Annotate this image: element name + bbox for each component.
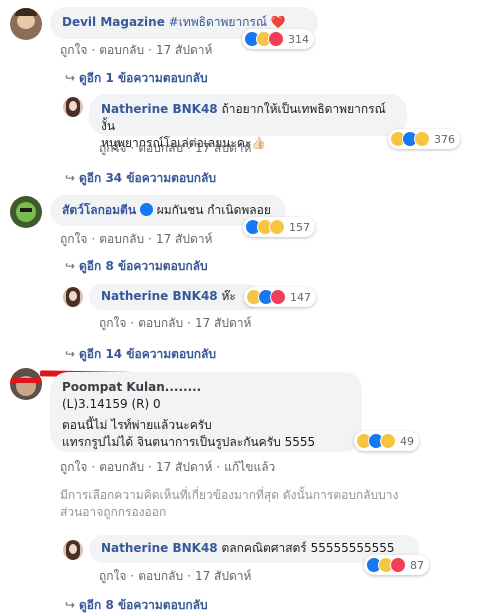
reply-arrow-icon: ↪ [65,259,76,273]
reactions-summary[interactable]: 87 [364,555,429,575]
like-link[interactable]: ถูกใจ [99,141,126,155]
view-replies-link[interactable]: ↪ ดูอีก 8 ข้อความตอบกลับ [65,257,208,276]
comment-text-line2: ตอนนี้ไม่ ไรท์พ่ายแล้วนะครับ [62,418,212,432]
comment-bubble: Natherine BNK48 ห๊ะ [89,284,261,310]
comment-text: ผมกันชน กำเนิดพลอย [156,203,271,217]
comment-actions: ถูกใจ · ตอบกลับ · 17 สัปดาห์ [60,232,213,246]
reply-arrow-icon: ↪ [65,598,76,612]
timestamp[interactable]: 17 สัปดาห์ [156,232,212,246]
avatar[interactable] [10,196,42,228]
commenter-name[interactable]: Natherine BNK48 [101,541,218,555]
comment-actions: ถูกใจ · ตอบกลับ · 17 สัปดาห์ · แก้ไขแล้ว [60,460,276,474]
view-replies-link[interactable]: ↪ ดูอีก 8 ข้อความตอบกลับ [65,596,208,613]
like-link[interactable]: ถูกใจ [60,232,87,246]
edited-label[interactable]: แก้ไขแล้ว [224,460,275,474]
reactions-count: 147 [290,290,311,304]
reply-link[interactable]: ตอบกลับ [138,316,183,330]
reactions-summary[interactable]: 157 [243,217,315,237]
avatar[interactable] [63,97,83,117]
comment-actions: ถูกใจ · ตอบกลับ · 17 สัปดาห์ [99,141,252,155]
comment-text: ตลกคณิตศาสตร์ 55555555555 [221,541,395,555]
reply-link[interactable]: ตอบกลับ [99,460,144,474]
wow-reaction-icon [380,433,396,449]
like-link[interactable]: ถูกใจ [99,316,126,330]
reply-arrow-icon: ↪ [65,171,76,185]
verified-icon [139,203,153,216]
timestamp[interactable]: 17 สัปดาห์ [156,43,212,57]
timestamp[interactable]: 17 สัปดาห์ [156,460,212,474]
comment-actions: ถูกใจ · ตอบกลับ · 17 สัปดาห์ [60,43,213,57]
avatar[interactable] [10,368,42,400]
avatar[interactable] [10,8,42,40]
avatar[interactable] [63,287,83,307]
commenter-name[interactable]: Natherine BNK48 [101,102,218,116]
view-replies-link[interactable]: ↪ ดูอีก 14 ข้อความตอบกลับ [65,345,216,364]
commenter-name[interactable]: Devil Magazine [62,15,165,29]
love-reaction-icon [268,31,284,47]
filter-notice: มีการเลือกความคิดเห็นที่เกี่ยวข้องมากที่… [60,488,399,519]
sad-reaction-icon [269,219,285,235]
avatar[interactable] [63,540,83,560]
commenter-name-obscured[interactable]: Poompat Kulan........ [62,380,201,394]
reactions-summary[interactable]: 147 [244,287,316,307]
reply-link[interactable]: ตอบกลับ [138,569,183,583]
sad-reaction-icon [414,131,430,147]
reactions-count: 157 [289,220,310,234]
view-replies-link[interactable]: ↪ ดูอีก 1 ข้อความตอบกลับ [65,69,208,88]
comment-bubble: Natherine BNK48 ถ้าอยากให้เป็นเทพธิดาพยา… [89,94,407,150]
reactions-count: 87 [410,558,424,572]
commenter-name[interactable]: Natherine BNK48 [101,289,218,303]
heart-emoji: ❤️ [270,15,286,29]
love-reaction-icon [270,289,286,305]
commenter-name[interactable]: สัตว์โลกอมตีน [62,203,136,217]
reactions-count: 314 [288,32,309,46]
comment-actions: ถูกใจ · ตอบกลับ · 17 สัปดาห์ [99,316,252,330]
timestamp[interactable]: 17 สัปดาห์ [195,141,251,155]
comment-text: ห๊ะ [221,289,236,303]
reply-link[interactable]: ตอบกลับ [138,141,183,155]
reactions-count: 376 [434,132,455,146]
like-link[interactable]: ถูกใจ [60,43,87,57]
reactions-summary[interactable]: 376 [388,129,460,149]
comment-bubble: Poompat Kulan........ (L)3.14159 (R) 0 ต… [50,372,362,452]
reactions-count: 49 [400,434,414,448]
like-link[interactable]: ถูกใจ [60,460,87,474]
comment-text: (L)3.14159 (R) 0 [62,397,161,411]
timestamp[interactable]: 17 สัปดาห์ [195,316,251,330]
timestamp[interactable]: 17 สัปดาห์ [195,569,251,583]
view-replies-link[interactable]: ↪ ดูอีก 34 ข้อความตอบกลับ [65,169,216,188]
reply-arrow-icon: ↪ [65,347,76,361]
comment-text-line3: แทรกรูปไม่ได้ จินตนาการเป็นรูปละกันครับ … [62,435,316,449]
reactions-summary[interactable]: 314 [242,29,314,49]
reactions-summary[interactable]: 49 [354,431,419,451]
reply-link[interactable]: ตอบกลับ [99,232,144,246]
comment-text: #เทพธิดาพยากรณ์ [168,15,271,29]
love-reaction-icon [390,557,406,573]
reply-link[interactable]: ตอบกลับ [99,43,144,57]
like-link[interactable]: ถูกใจ [99,569,126,583]
reply-arrow-icon: ↪ [65,71,76,85]
comment-actions: ถูกใจ · ตอบกลับ · 17 สัปดาห์ [99,569,252,583]
